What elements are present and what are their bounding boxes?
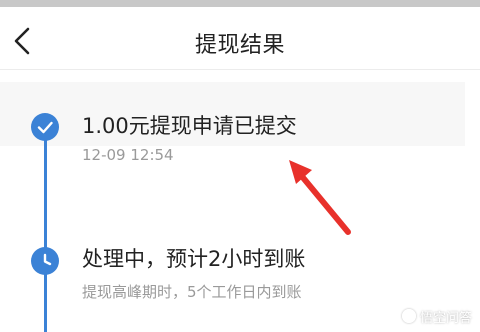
watermark: 悟空问答 bbox=[401, 306, 472, 326]
red-arrow-annotation bbox=[289, 160, 351, 235]
step-2-note: 提现高峰期时，5个工作日内到账 bbox=[82, 283, 302, 301]
clock-icon bbox=[43, 253, 52, 266]
check-icon bbox=[37, 121, 53, 134]
timeline-line bbox=[44, 132, 47, 332]
step-2-title: 处理中，预计2小时到账 bbox=[82, 247, 306, 271]
step-pending-badge bbox=[31, 247, 59, 275]
status-bar bbox=[0, 0, 480, 7]
withdrawal-timeline: 1.00元提现申请已提交 12-09 12:54 处理中，预计2小时到账 提现高… bbox=[0, 70, 480, 332]
step-completed-badge bbox=[31, 113, 59, 141]
watermark-text: 悟空问答 bbox=[419, 310, 472, 326]
page-title: 提现结果 bbox=[194, 33, 285, 58]
step-1-title: 1.00元提现申请已提交 bbox=[82, 114, 297, 138]
navigation-bar: 提现结果 bbox=[0, 7, 480, 69]
watermark-logo-icon bbox=[401, 309, 416, 323]
step-1-timestamp: 12-09 12:54 bbox=[82, 146, 174, 164]
